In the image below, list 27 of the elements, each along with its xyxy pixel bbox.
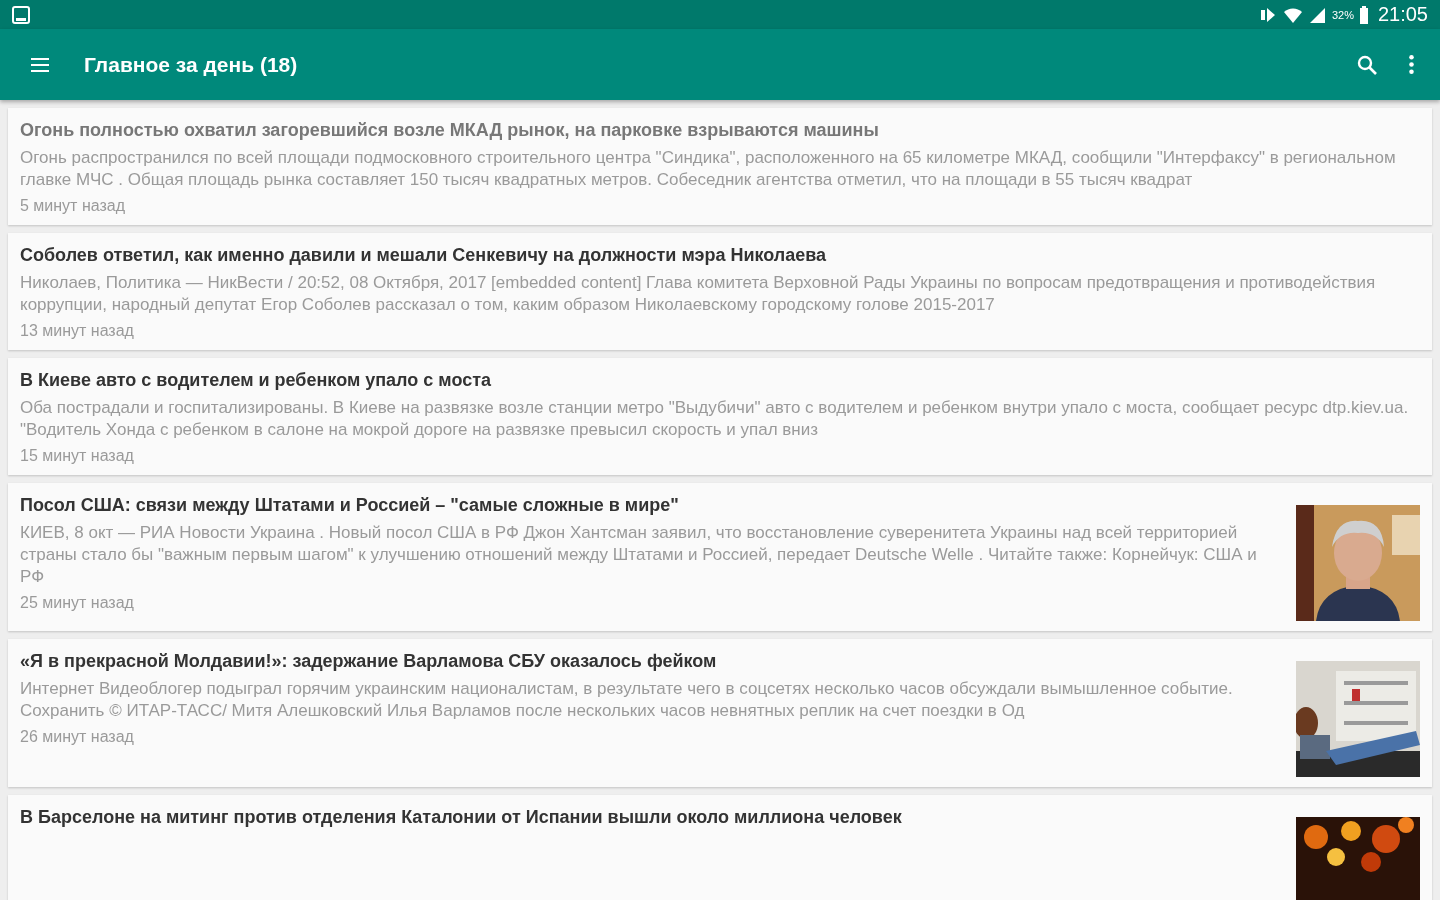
wifi-icon	[1283, 5, 1302, 24]
screen-title: Главное за день (18)	[84, 52, 299, 77]
news-summary: КИЕВ, 8 окт — РИА Новости Украина . Новый посол США в РФ Джон Хантсман заявил, что восстановление суверенитета Украины над всей территорией страны стало бы "важным первым шагом" к улучшению отношений между Штатами и Россией, передает Deutsche Welle . Читайте также: Корнейчук: США и РФ	[20, 522, 1258, 588]
news-time: 25 минут назад	[20, 594, 135, 612]
clock-time: 21:05	[1377, 3, 1428, 26]
news-time: 15 минут назад	[20, 447, 135, 465]
news-headline: В Киеве авто с водителем и ребенком упало с моста	[20, 370, 492, 391]
news-summary: Огонь распространился по всей площади подмосковного строительного центра "Синдика", расположенного на 65 километре МКАД, сообщили "Интерфаксу" в региональном главке МЧС . Общая площадь рынка составляет 150 тысяч квадратных метров. Собеседник агентства отметил, что на площади в 55 тысяч квадрат	[20, 147, 1397, 191]
news-headline: Огонь полностью охватил загоревшийся возле МКАД рынок, на парковке взрываются машины	[20, 120, 880, 141]
news-summary: Интернет Видеоблогер подыграл горячим украинским националистам, в результате чего в соцсетях несколько часов обсуждали вымышленное событие. Сохранить © ИТАР-ТАСС/ Митя Алешковский Илья Варламов после нескольких часов невнятных реплик на счет поездки в Од	[20, 678, 1234, 722]
news-headline: В Барселоне на митинг против отделения Каталонии от Испании вышли около миллиона человек	[20, 807, 903, 828]
battery-icon	[1359, 5, 1368, 24]
news-headline: Соболев ответил, как именно давили и мешали Сенкевичу на должности мэра Николаева	[20, 245, 828, 266]
news-time: 26 минут назад	[20, 728, 135, 746]
battery-percent: 32%	[1331, 8, 1354, 21]
gallery-icon	[12, 5, 30, 24]
news-headline: Посол США: связи между Штатами и Россией – "самые сложные в мире"	[20, 495, 680, 516]
news-card[interactable]: В Барселоне на митинг против отделения Каталонии от Испании вышли около миллиона человек	[8, 795, 1432, 900]
news-summary: Оба пострадали и госпитализированы. В Киеве на развязке возле станции метро "Выдубичи" авто с водителем и ребенком внутри упало с моста, сообщает ресурс dtp.kiev.ua. "Водитель Хонда с ребенком в салоне на мокрой дороге на развязке превысил скорость и упал вниз	[20, 397, 1410, 441]
news-summary: Николаев, Политика — НикВести / 20:52, 08 Октября, 2017 [embedded content] Глава комитета Верховной Рады Украины по вопросам предотвращения и противодействия коррупции, народный депутат Егор Соболев рассказал о том, каким образом Николаевскому городскому голове 2015-2017	[20, 272, 1377, 316]
news-card[interactable]	[8, 639, 1432, 787]
news-time: 13 минут назад	[20, 322, 135, 340]
news-time: 5 минут назад	[20, 197, 126, 215]
more-icon	[1409, 55, 1414, 74]
news-card[interactable]	[8, 483, 1432, 631]
news-card[interactable]	[8, 233, 1432, 350]
news-headline: «Я в прекрасной Молдавии!»: задержание Варламова СБУ оказалось фейком	[20, 651, 718, 672]
